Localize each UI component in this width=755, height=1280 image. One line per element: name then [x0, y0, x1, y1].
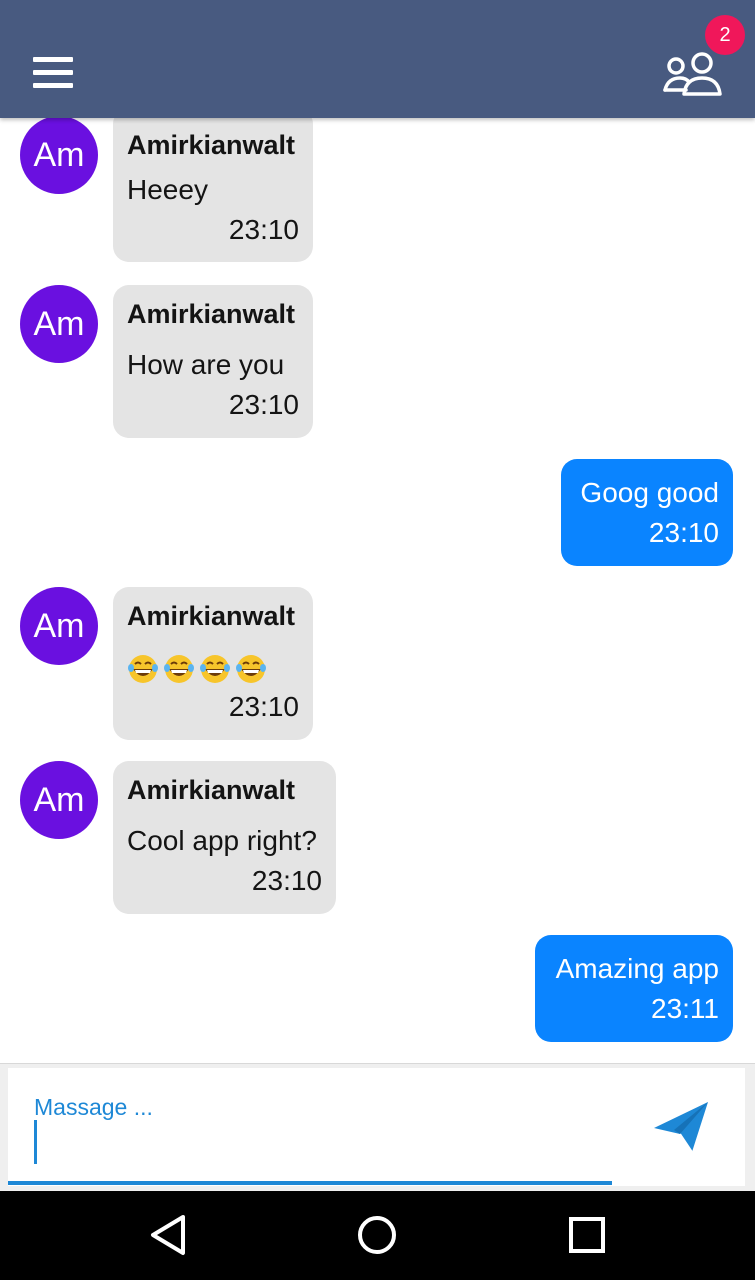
text-cursor: [34, 1120, 37, 1164]
message-incoming: Am Amirkianwalt Heeey 23:10: [0, 118, 755, 264]
system-navigation-bar: [0, 1191, 755, 1280]
message-bubble[interactable]: Amirkianwalt How are you 23:10: [113, 285, 313, 438]
tears-of-joy-emoji-icon: [200, 655, 230, 683]
tears-of-joy-emoji-icon: [128, 655, 158, 683]
emoji-row: [127, 653, 267, 685]
message-text: Heeey: [127, 174, 208, 205]
message-bubble[interactable]: Amirkianwalt Cool app right? 23:10: [113, 761, 336, 914]
message-list[interactable]: Am Amirkianwalt Heeey 23:10 Am Amirkianw…: [0, 118, 755, 1063]
message-incoming: Am Amirkianwalt How are you 23:10: [0, 285, 755, 439]
send-paper-plane-icon[interactable]: [652, 1098, 710, 1156]
avatar[interactable]: Am: [20, 761, 98, 839]
message-outgoing[interactable]: Goog good 23:10: [561, 459, 733, 566]
message-time: 23:10: [251, 865, 322, 896]
message-time: 23:11: [651, 993, 719, 1024]
message-bubble[interactable]: Amirkianwalt Heeey 23:10: [113, 118, 313, 262]
chat-screen: 2 Am Amirkianwalt Heeey 23:10 Am Amirkia…: [0, 0, 755, 1280]
notification-badge: 2: [705, 15, 745, 55]
sender-name: Amirkianwalt: [127, 601, 296, 631]
message-outgoing[interactable]: Amazing app 23:11: [535, 935, 733, 1042]
hamburger-menu-icon[interactable]: [33, 57, 73, 89]
message-text: Cool app right?: [127, 825, 317, 856]
recents-square-icon[interactable]: [562, 1213, 612, 1257]
avatar[interactable]: Am: [20, 587, 98, 665]
message-time: 23:10: [228, 691, 299, 722]
message-time: 23:10: [228, 214, 299, 245]
message-text: Amazing app: [555, 953, 719, 984]
message-text: How are you: [127, 349, 285, 380]
tears-of-joy-emoji-icon: [164, 655, 194, 683]
tears-of-joy-emoji-icon: [236, 655, 266, 683]
sender-name: Amirkianwalt: [127, 130, 296, 160]
message-incoming: Am Amirkianwalt Cool app right? 23:10: [0, 761, 755, 915]
message-time: 23:10: [648, 517, 719, 548]
message-input[interactable]: Massage ...: [8, 1068, 745, 1186]
input-placeholder: Massage ...: [34, 1094, 153, 1120]
sender-name: Amirkianwalt: [127, 775, 296, 805]
message-incoming: Am Amirkianwalt 23:10: [0, 587, 755, 741]
avatar[interactable]: Am: [20, 118, 98, 194]
back-triangle-icon[interactable]: [145, 1213, 195, 1257]
message-time: 23:10: [228, 389, 299, 420]
input-underline: [8, 1181, 612, 1185]
sender-name: Amirkianwalt: [127, 299, 296, 329]
avatar[interactable]: Am: [20, 285, 98, 363]
message-composer: Massage ...: [0, 1063, 755, 1191]
message-bubble[interactable]: Amirkianwalt 23:10: [113, 587, 313, 740]
users-group-icon[interactable]: [662, 52, 722, 98]
top-app-bar: [0, 0, 755, 118]
home-circle-icon[interactable]: [352, 1213, 402, 1257]
message-text: Goog good: [580, 477, 719, 508]
